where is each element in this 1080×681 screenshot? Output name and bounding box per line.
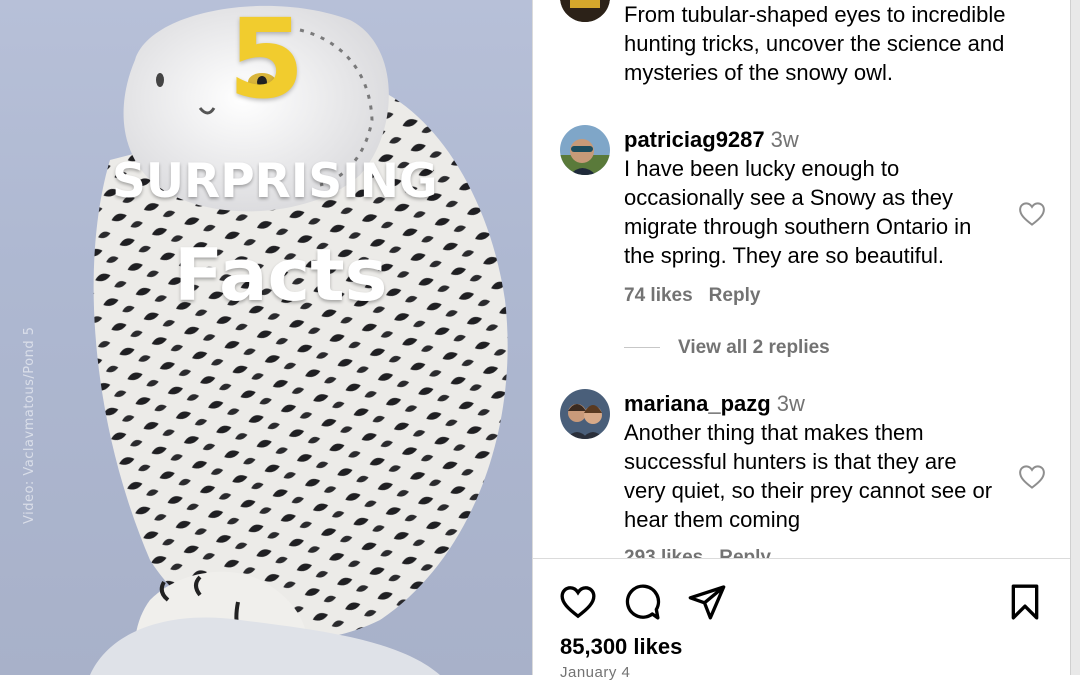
post-actions-bar: [533, 575, 1071, 627]
window-edge: [1070, 0, 1080, 675]
comment-time[interactable]: 3w: [777, 391, 805, 416]
comment-text: I have been lucky enough to occasionally…: [624, 156, 972, 268]
author-avatar[interactable]: [560, 0, 610, 22]
avatar[interactable]: [560, 125, 610, 175]
comment-bubble-icon: [625, 584, 661, 620]
heart-icon: [1019, 465, 1045, 489]
comment-body: mariana_pazg 3w Another thing that makes …: [624, 389, 1004, 534]
comment-meta: 74 likes Reply: [624, 285, 776, 307]
post-likes-count[interactable]: 85,300 likes: [560, 632, 682, 662]
post-media[interactable]: Video: Vaclavmatous/Pond 5 5 SURPRISING …: [0, 0, 532, 675]
comment-username[interactable]: patriciag9287: [624, 127, 765, 152]
save-button[interactable]: [1005, 582, 1045, 622]
post-caption: From tubular-shaped eyes to incredible h…: [624, 2, 1006, 85]
view-replies-label: View all 2 replies: [678, 337, 830, 358]
overlay-number: 5: [228, 0, 305, 123]
comments-scroll-area[interactable]: From tubular-shaped eyes to incredible h…: [533, 0, 1071, 558]
video-credit: Video: Vaclavmatous/Pond 5: [22, 326, 37, 524]
reply-button[interactable]: Reply: [709, 285, 761, 306]
paper-plane-icon: [688, 585, 726, 620]
overlay-title-line2: Facts: [174, 233, 388, 317]
comments-panel: From tubular-shaped eyes to incredible h…: [532, 0, 1071, 681]
comment-body: patriciag9287 3w I have been lucky enough…: [624, 125, 1004, 270]
heart-icon: [560, 586, 596, 619]
heart-icon: [1019, 202, 1045, 226]
view-replies-button[interactable]: View all 2 replies: [624, 337, 830, 361]
comment-button[interactable]: [622, 582, 662, 622]
post-date[interactable]: January 4: [560, 664, 630, 681]
like-button[interactable]: [558, 582, 598, 622]
overlay-title-line1: SURPRISING: [112, 154, 438, 209]
actions-divider: [533, 558, 1071, 559]
comment-likes[interactable]: 293 likes: [624, 547, 703, 558]
comment-likes[interactable]: 74 likes: [624, 285, 693, 306]
reply-button[interactable]: Reply: [719, 547, 771, 558]
avatar-image: [560, 0, 610, 22]
avatar-image: [560, 389, 610, 439]
avatar-image: [560, 125, 610, 175]
comment-time[interactable]: 3w: [771, 127, 799, 152]
comment-username[interactable]: mariana_pazg: [624, 391, 771, 416]
share-button[interactable]: [687, 582, 727, 622]
comment-meta: 293 likes Reply: [624, 547, 787, 558]
comment-like-button[interactable]: [1017, 462, 1047, 492]
comment-text: Another thing that makes them successful…: [624, 420, 993, 532]
avatar[interactable]: [560, 389, 610, 439]
comment-like-button[interactable]: [1017, 199, 1047, 229]
replies-divider: [624, 347, 660, 349]
bookmark-icon: [1011, 584, 1039, 620]
